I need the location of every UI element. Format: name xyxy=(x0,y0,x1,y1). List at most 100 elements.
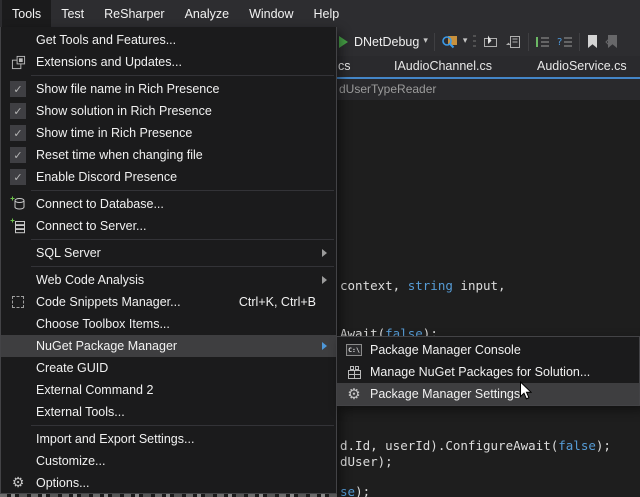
menu-item-external-tools[interactable]: External Tools... xyxy=(1,401,336,423)
find-in-files-icon xyxy=(441,34,459,50)
tab-iaudiochannel[interactable]: IAudioChannel.cs xyxy=(394,56,492,77)
menu-item-package-manager-settings[interactable]: ⚙ Package Manager Settings xyxy=(337,383,639,405)
toolbar-divider xyxy=(528,33,529,51)
menu-item-enable-discord-presence[interactable]: ✓ Enable Discord Presence xyxy=(1,166,336,188)
menubar-test[interactable]: Test xyxy=(51,0,94,27)
checkmark-icon: ✓ xyxy=(10,81,26,97)
debug-profile-dropdown[interactable]: DNetDebug ▾ xyxy=(354,35,428,49)
menu-item-label: Connect to Database... xyxy=(36,197,164,211)
extensions-icon xyxy=(11,55,26,70)
indent-lines-button[interactable] xyxy=(535,35,551,49)
menu-item-label: Get Tools and Features... xyxy=(36,33,176,47)
menu-item-label: Show solution in Rich Presence xyxy=(36,104,212,118)
chevron-down-icon: ▾ xyxy=(463,37,468,46)
menu-item-show-time[interactable]: ✓ Show time in Rich Presence xyxy=(1,122,336,144)
submenu-arrow-icon xyxy=(322,249,327,257)
menu-separator xyxy=(31,239,334,240)
menu-item-create-guid[interactable]: Create GUID xyxy=(1,357,336,379)
menubar-tools[interactable]: Tools xyxy=(2,0,51,27)
menu-item-label: External Tools... xyxy=(36,405,125,419)
toolbar-grip[interactable] xyxy=(473,35,476,49)
menu-item-label: Manage NuGet Packages for Solution... xyxy=(370,365,590,379)
menu-item-show-solution[interactable]: ✓ Show solution in Rich Presence xyxy=(1,100,336,122)
checkmark-icon: ✓ xyxy=(10,169,26,185)
menu-item-label: Options... xyxy=(36,476,90,490)
play-icon xyxy=(339,36,348,48)
debug-profile-label: DNetDebug xyxy=(354,35,419,49)
menu-item-nuget-package-manager[interactable]: NuGet Package Manager xyxy=(1,335,336,357)
navigate-backward-button[interactable] xyxy=(482,34,499,49)
chevron-down-icon: ▾ xyxy=(423,37,428,46)
find-in-files-button[interactable]: ▾ xyxy=(441,34,468,50)
menubar-window[interactable]: Window xyxy=(239,0,303,27)
checkmark-icon: ✓ xyxy=(10,147,26,163)
add-server-icon xyxy=(10,218,26,234)
navigate-forward-icon xyxy=(505,34,522,49)
menu-item-label: Connect to Server... xyxy=(36,219,146,233)
menu-item-label: Package Manager Settings xyxy=(370,387,520,401)
toolbar-divider xyxy=(579,33,580,51)
document-tab-strip: cs IAudioChannel.cs AudioService.cs xyxy=(337,56,640,77)
nuget-package-icon xyxy=(347,365,362,380)
menu-item-choose-toolbox-items[interactable]: Choose Toolbox Items... xyxy=(1,313,336,335)
menu-item-label: Show time in Rich Presence xyxy=(36,126,192,140)
menu-item-web-code-analysis[interactable]: Web Code Analysis xyxy=(1,269,336,291)
menubar-test-label: Test xyxy=(61,7,84,21)
menu-item-show-file-name[interactable]: ✓ Show file name in Rich Presence xyxy=(1,78,336,100)
menu-item-customize[interactable]: Customize... xyxy=(1,450,336,472)
bookmark-button[interactable] xyxy=(586,34,599,49)
menu-item-code-snippets-manager[interactable]: Code Snippets Manager... Ctrl+K, Ctrl+B xyxy=(1,291,336,313)
breadcrumb[interactable]: dUserTypeReader xyxy=(337,79,640,100)
navigate-backward-icon xyxy=(482,34,499,49)
menu-item-import-export-settings[interactable]: Import and Export Settings... xyxy=(1,428,336,450)
menu-item-get-tools-and-features[interactable]: Get Tools and Features... xyxy=(1,29,336,51)
start-debug-button[interactable] xyxy=(339,36,348,48)
tab-audioservice[interactable]: AudioService.cs xyxy=(537,56,627,77)
menu-item-label: Web Code Analysis xyxy=(36,273,144,287)
svg-text:?: ? xyxy=(557,37,562,48)
menu-item-label: Create GUID xyxy=(36,361,108,375)
menu-item-label: Show file name in Rich Presence xyxy=(36,82,219,96)
menubar-resharper[interactable]: ReSharper xyxy=(94,0,174,27)
menu-item-manage-nuget-packages[interactable]: Manage NuGet Packages for Solution... xyxy=(337,361,639,383)
menu-separator xyxy=(31,190,334,191)
menu-item-label: Code Snippets Manager... xyxy=(36,295,181,309)
menu-item-connect-to-database[interactable]: Connect to Database... xyxy=(1,193,336,215)
menu-item-connect-to-server[interactable]: Connect to Server... xyxy=(1,215,336,237)
menu-separator xyxy=(31,75,334,76)
vs-window: Tools Test ReSharper Analyze Window Help… xyxy=(0,0,640,497)
code-line: context, string input, xyxy=(340,278,506,293)
indent-lines-icon xyxy=(535,35,551,49)
toolbar-divider xyxy=(434,33,435,51)
navigate-forward-button[interactable] xyxy=(505,34,522,49)
menubar-analyze[interactable]: Analyze xyxy=(175,0,239,27)
checkmark-icon: ✓ xyxy=(10,103,26,119)
gear-icon: ⚙ xyxy=(12,476,25,490)
menubar-help-label: Help xyxy=(314,7,340,21)
nuget-submenu: C:\ Package Manager Console Manage NuGet… xyxy=(336,336,640,406)
menu-separator xyxy=(31,425,334,426)
menu-item-options[interactable]: ⚙ Options... xyxy=(1,472,336,494)
prev-bookmark-button[interactable] xyxy=(605,34,618,49)
menu-item-reset-time[interactable]: ✓ Reset time when changing file xyxy=(1,144,336,166)
checkmark-icon: ✓ xyxy=(10,125,26,141)
menu-item-sql-server[interactable]: SQL Server xyxy=(1,242,336,264)
menu-item-label: Package Manager Console xyxy=(370,343,521,357)
tab-partial[interactable]: cs xyxy=(338,56,351,77)
menu-bar: Tools Test ReSharper Analyze Window Help xyxy=(0,0,640,27)
menu-item-shortcut: Ctrl+K, Ctrl+B xyxy=(239,295,316,309)
menu-item-package-manager-console[interactable]: C:\ Package Manager Console xyxy=(337,339,639,361)
prev-bookmark-icon xyxy=(605,34,618,49)
menu-item-label: Enable Discord Presence xyxy=(36,170,177,184)
gear-icon: ⚙ xyxy=(347,387,360,402)
menu-item-label: NuGet Package Manager xyxy=(36,339,177,353)
mouse-cursor xyxy=(519,381,532,401)
menubar-help[interactable]: Help xyxy=(304,0,350,27)
console-icon: C:\ xyxy=(346,344,362,356)
menu-item-external-command-2[interactable]: External Command 2 xyxy=(1,379,336,401)
question-lines-button[interactable]: ? xyxy=(557,35,573,49)
menu-item-label: Choose Toolbox Items... xyxy=(36,317,170,331)
menu-item-label: Reset time when changing file xyxy=(36,148,203,162)
menu-item-extensions-and-updates[interactable]: Extensions and Updates... xyxy=(1,51,336,73)
code-line: d.Id, userId).ConfigureAwait(false); xyxy=(340,438,611,453)
